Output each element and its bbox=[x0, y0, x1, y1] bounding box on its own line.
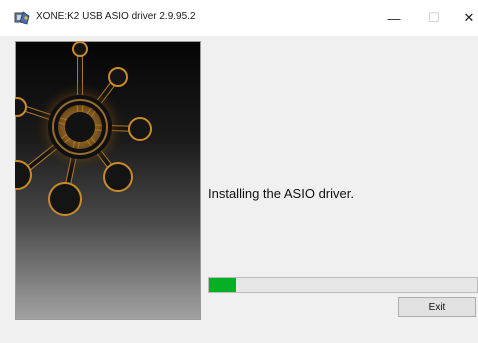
minimize-icon[interactable]: — bbox=[376, 0, 412, 36]
close-icon[interactable]: ✕ bbox=[451, 0, 478, 36]
installer-window: XONE:K2 USB ASIO driver 2.9.95.2 — ☐ ✕ I… bbox=[0, 0, 478, 343]
banner-image bbox=[15, 41, 201, 320]
install-progress-fill bbox=[209, 278, 236, 292]
status-message: Installing the ASIO driver. bbox=[208, 186, 354, 201]
installer-app-icon bbox=[14, 10, 30, 26]
network-node-graphic bbox=[15, 41, 152, 216]
exit-button[interactable]: Exit bbox=[398, 297, 476, 317]
window-title: XONE:K2 USB ASIO driver 2.9.95.2 bbox=[36, 11, 196, 22]
title-bar[interactable]: XONE:K2 USB ASIO driver 2.9.95.2 — ☐ ✕ bbox=[0, 0, 478, 36]
maximize-icon[interactable]: ☐ bbox=[416, 0, 452, 36]
install-progress-bar bbox=[208, 277, 478, 293]
